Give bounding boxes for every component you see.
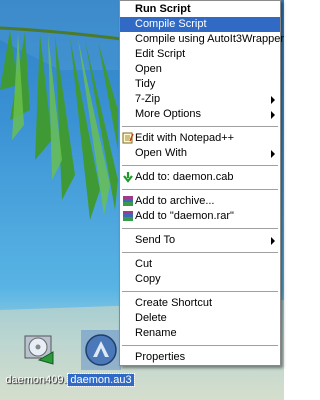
notepadpp-icon	[122, 132, 134, 144]
submenu-arrow-icon	[271, 150, 275, 158]
menu-item-cut[interactable]: Cut	[120, 257, 280, 272]
green-arrow-icon	[123, 172, 133, 183]
menu-item-compile-autoit3wrapper[interactable]: Compile using AutoIt3Wrapper	[120, 32, 284, 47]
menu-item-add-to-rar[interactable]: Add to "daemon.rar"	[120, 209, 280, 224]
menu-item-label: Open With	[135, 147, 187, 159]
menu-item-send-to[interactable]: Send To	[120, 233, 280, 248]
menu-item-delete[interactable]: Delete	[120, 311, 280, 326]
menu-item-label: Send To	[135, 234, 176, 246]
menu-separator	[122, 291, 278, 292]
menu-item-rename[interactable]: Rename	[120, 326, 280, 341]
menu-item-7zip[interactable]: 7-Zip	[120, 92, 280, 107]
menu-item-label: Add to "daemon.rar"	[135, 210, 234, 222]
menu-item-more-options[interactable]: More Options	[120, 107, 280, 122]
autoit-script-icon	[81, 330, 121, 370]
menu-separator	[122, 252, 278, 253]
submenu-arrow-icon	[271, 111, 275, 119]
menu-item-label: More Options	[135, 108, 202, 120]
menu-item-open[interactable]: Open	[120, 62, 280, 77]
menu-item-edit-script[interactable]: Edit Script	[120, 47, 280, 62]
menu-item-edit-notepadpp[interactable]: Edit with Notepad++	[120, 131, 280, 146]
submenu-arrow-icon	[271, 237, 275, 245]
installer-icon	[19, 330, 59, 370]
winrar-icon	[123, 196, 133, 206]
menu-separator	[122, 228, 278, 229]
winrar-icon	[123, 211, 133, 221]
menu-item-label: 7-Zip	[135, 93, 161, 105]
menu-item-label: Edit with Notepad++	[135, 132, 235, 144]
menu-item-add-to-cab[interactable]: Add to: daemon.cab	[120, 170, 280, 185]
desktop-icon-label: daemon.au3	[67, 373, 135, 387]
menu-item-tidy[interactable]: Tidy	[120, 77, 280, 92]
menu-item-label: Add to archive...	[135, 195, 215, 207]
menu-item-compile-script[interactable]: Compile Script	[120, 17, 280, 32]
menu-separator	[122, 126, 278, 127]
menu-item-open-with[interactable]: Open With	[120, 146, 280, 161]
menu-item-add-to-archive[interactable]: Add to archive...	[120, 194, 280, 209]
menu-item-run-script[interactable]: Run Script	[120, 2, 280, 17]
menu-item-label: Add to: daemon.cab	[135, 171, 234, 183]
context-menu: Run Script Compile Script Compile using …	[119, 0, 284, 366]
menu-separator	[122, 345, 278, 346]
menu-item-create-shortcut[interactable]: Create Shortcut	[120, 296, 280, 311]
menu-item-copy[interactable]: Copy	[120, 272, 280, 287]
menu-separator	[122, 165, 278, 166]
menu-separator	[122, 189, 278, 190]
submenu-arrow-icon	[271, 96, 275, 104]
menu-item-properties[interactable]: Properties	[120, 350, 280, 365]
